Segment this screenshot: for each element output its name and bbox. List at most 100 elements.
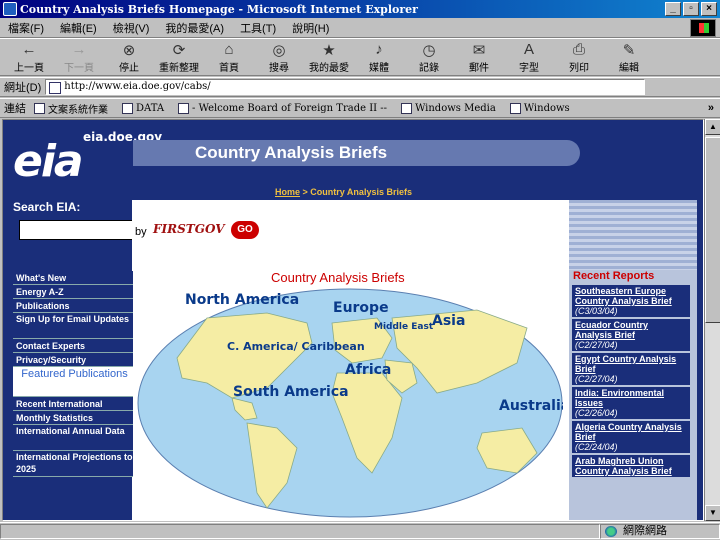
- page-title: Country Analysis Briefs: [271, 270, 405, 285]
- scroll-thumb[interactable]: [705, 137, 720, 323]
- status-text: [0, 524, 600, 539]
- recent-reports-list: Southeastern Europe Country Analysis Bri…: [572, 285, 690, 479]
- search-icon: ◎: [272, 41, 286, 59]
- nav-item: Featured Publications: [13, 367, 133, 397]
- link-item-label: DATA: [136, 102, 165, 114]
- menu-view[interactable]: 檢視(V): [105, 20, 158, 36]
- report-item[interactable]: Algeria Country Analysis Brief (C2/24/04): [572, 421, 690, 453]
- font-button[interactable]: A 字型: [504, 39, 554, 75]
- print-icon: ⎙: [572, 41, 585, 58]
- back-icon: ←: [21, 41, 37, 58]
- label-europe[interactable]: Europe: [333, 300, 389, 316]
- left-nav: What's New Energy A-Z Publications Sign Up …: [13, 271, 133, 477]
- nav-item[interactable]: Contact Experts: [13, 339, 133, 353]
- world-map: North America Europe Middle East Asia C.…: [137, 288, 563, 518]
- print-button[interactable]: ⎙ 列印: [554, 39, 604, 75]
- nav-item[interactable]: Publications: [13, 299, 133, 313]
- report-item[interactable]: Southeastern Europe Country Analysis Bri…: [572, 285, 690, 317]
- ie-app-icon[interactable]: [3, 2, 17, 16]
- address-label: 網址(D): [4, 82, 42, 94]
- search-button[interactable]: ◎ 搜尋: [254, 39, 304, 75]
- search-by-label: by: [135, 226, 147, 238]
- report-item[interactable]: India: Environmental Issues (C2/26/04): [572, 387, 690, 419]
- nav-item[interactable]: Privacy/Security: [13, 353, 133, 367]
- report-item[interactable]: Egypt Country Analysis Brief (C2/27/04): [572, 353, 690, 385]
- page-icon: [178, 102, 190, 114]
- link-item[interactable]: - Welcome Board of Foreign Trade II --: [178, 102, 388, 114]
- nav-item[interactable]: What's New: [13, 271, 133, 285]
- stop-button-label: 停止: [119, 62, 139, 74]
- report-title-link[interactable]: Ecuador Country Analysis Brief: [575, 320, 687, 340]
- link-item-label: - Welcome Board of Foreign Trade II --: [192, 102, 388, 114]
- breadcrumb: Home > Country Analysis Briefs: [275, 187, 412, 197]
- page-icon: [122, 102, 133, 114]
- breadcrumb-home-link[interactable]: Home: [275, 187, 300, 197]
- security-zone: 網際網路: [600, 524, 720, 539]
- label-central-america[interactable]: C. America/ Caribbean: [227, 340, 365, 353]
- menu-favorites[interactable]: 我的最愛(A): [157, 20, 232, 36]
- link-item[interactable]: Windows: [509, 102, 570, 114]
- report-title-link[interactable]: Southeastern Europe Country Analysis Bri…: [575, 286, 687, 306]
- link-item[interactable]: Windows Media: [401, 102, 496, 114]
- report-item[interactable]: Arab Maghreb Union Country Analysis Brie…: [572, 455, 690, 477]
- vertical-scrollbar[interactable]: ▲ ▼: [704, 119, 720, 521]
- search-input[interactable]: [19, 220, 133, 240]
- stop-icon: ⊗: [122, 41, 136, 59]
- nav-item[interactable]: Sign Up for Email Updates: [13, 313, 133, 339]
- refresh-button[interactable]: ⟳ 重新整理: [154, 39, 204, 75]
- label-australia[interactable]: Australia/ Oceania: [499, 398, 563, 414]
- report-title-link[interactable]: India: Environmental Issues: [575, 388, 687, 408]
- nav-item[interactable]: International Projections to 2025: [13, 451, 133, 477]
- nav-item[interactable]: Monthly Statistics: [13, 411, 133, 425]
- report-date: (C2/27/04): [575, 340, 618, 350]
- menu-file[interactable]: 檔案(F): [0, 20, 52, 36]
- go-button[interactable]: GO: [231, 221, 259, 239]
- report-title-link[interactable]: Arab Maghreb Union Country Analysis Brie…: [575, 456, 687, 476]
- media-icon: ♪: [375, 41, 383, 58]
- menu-edit[interactable]: 編輯(E): [52, 20, 105, 36]
- favorites-button[interactable]: ★ 我的最愛: [304, 39, 354, 75]
- close-button[interactable]: ×: [701, 2, 717, 16]
- refresh-button-label: 重新整理: [159, 62, 199, 74]
- label-africa[interactable]: Africa: [345, 362, 391, 378]
- link-item[interactable]: 文案系統作業: [34, 101, 108, 116]
- scroll-up-icon[interactable]: ▲: [705, 119, 720, 135]
- menu-bar: 檔案(F) 編輯(E) 檢視(V) 我的最愛(A) 工具(T) 說明(H): [0, 18, 720, 38]
- label-middle-east[interactable]: Middle East: [374, 322, 434, 332]
- label-north-america-1[interactable]: North America: [185, 292, 299, 308]
- maximize-button[interactable]: ▫: [683, 2, 699, 16]
- report-title-link[interactable]: Egypt Country Analysis Brief: [575, 354, 687, 374]
- label-south-america[interactable]: South America: [233, 384, 349, 400]
- mail-button[interactable]: ✉ 郵件: [454, 39, 504, 75]
- scroll-down-icon[interactable]: ▼: [705, 505, 720, 521]
- eia-logo[interactable]: eia.doe.gov eia: [13, 130, 162, 184]
- stop-button[interactable]: ⊗ 停止: [104, 39, 154, 75]
- label-asia[interactable]: Asia: [432, 313, 465, 329]
- report-date: (C2/27/04): [575, 374, 618, 384]
- nav-item[interactable]: Recent International: [13, 397, 133, 411]
- links-chevron-icon[interactable]: »: [708, 102, 714, 114]
- logo-text: eia: [13, 136, 84, 187]
- menu-tools[interactable]: 工具(T): [232, 20, 284, 36]
- menu-help[interactable]: 說明(H): [284, 20, 337, 36]
- forward-button[interactable]: → 下一頁: [54, 39, 104, 75]
- links-label: 連結: [4, 103, 26, 115]
- nav-item[interactable]: Energy A-Z: [13, 285, 133, 299]
- home-button[interactable]: ⌂ 首頁: [204, 39, 254, 75]
- nav-item[interactable]: International Annual Data: [13, 425, 133, 451]
- link-item[interactable]: DATA: [122, 102, 165, 114]
- firstgov-logo: FIRSTGOV: [153, 222, 225, 236]
- refresh-icon: ⟳: [172, 41, 186, 59]
- window-controls: _ ▫ ×: [665, 2, 717, 16]
- media-button[interactable]: ♪ 媒體: [354, 39, 404, 75]
- edit-button[interactable]: ✎ 編輯: [604, 39, 654, 75]
- report-item[interactable]: Ecuador Country Analysis Brief (C2/27/04): [572, 319, 690, 351]
- address-input[interactable]: http://www.eia.doe.gov/cabs/: [45, 79, 646, 95]
- recent-reports-heading: Recent Reports: [573, 270, 655, 282]
- minimize-button[interactable]: _: [665, 2, 681, 16]
- history-button[interactable]: ◷ 記錄: [404, 39, 454, 75]
- report-title-link[interactable]: Algeria Country Analysis Brief: [575, 422, 687, 442]
- back-button[interactable]: ← 上一頁: [4, 39, 54, 75]
- report-date: (C2/26/04): [575, 408, 618, 418]
- history-button-label: 記錄: [419, 62, 439, 74]
